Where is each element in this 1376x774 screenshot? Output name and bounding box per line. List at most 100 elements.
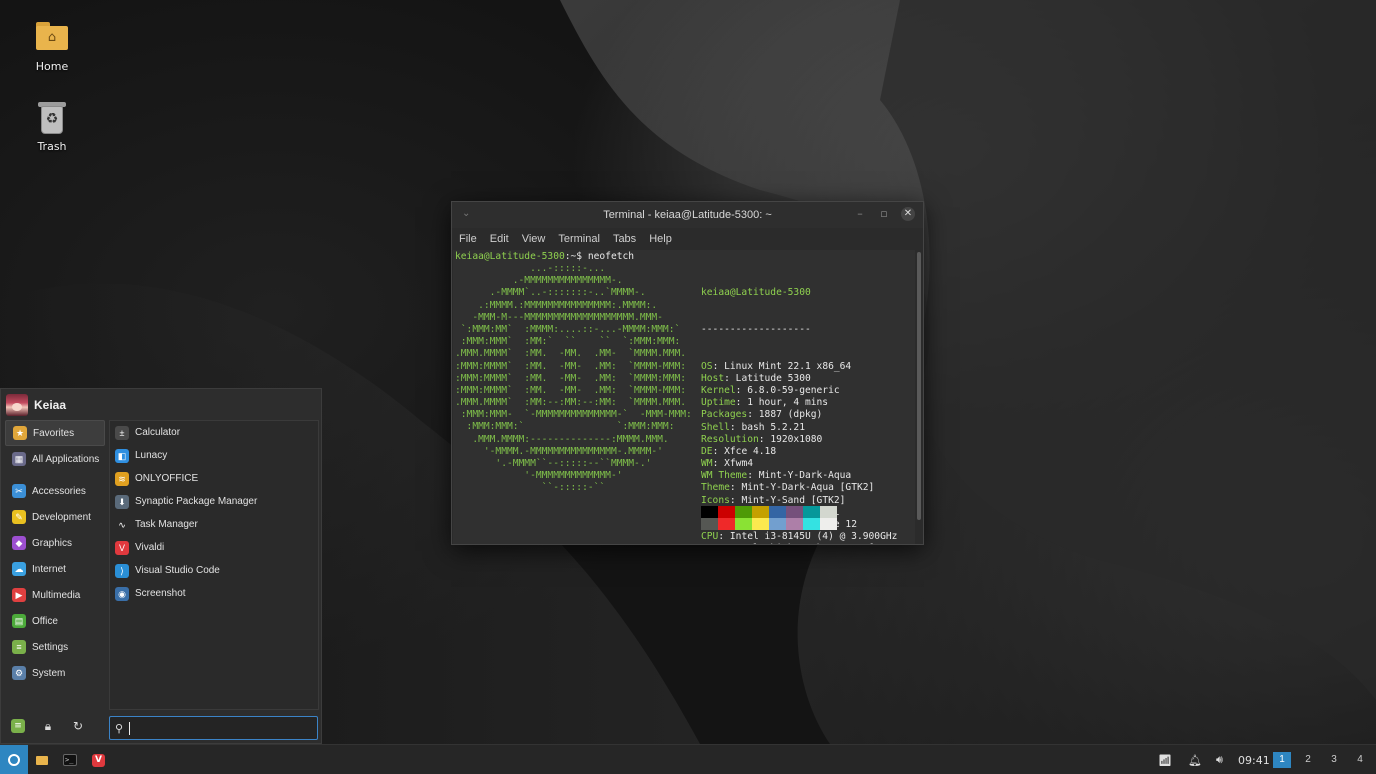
category-system[interactable]: ⚙ System — [5, 660, 105, 686]
username: Keiaa — [34, 398, 67, 412]
palette-swatch — [769, 506, 786, 518]
desktop-icon-label: Home — [35, 60, 69, 73]
category-graphics[interactable]: ◆ Graphics — [5, 530, 105, 556]
info-value: 1920x1080 — [770, 433, 823, 445]
terminal-output[interactable]: keiaa@Latitude-5300:~$ neofetch ...-::::… — [453, 250, 915, 544]
palette-swatch — [786, 506, 803, 518]
app-visual-studio-code[interactable]: ⟩ Visual Studio Code — [110, 559, 318, 582]
settings-manager-icon[interactable]: ≡ — [11, 719, 25, 733]
app-screenshot[interactable]: ◉ Screenshot — [110, 582, 318, 605]
clock[interactable]: 09:41 — [1238, 745, 1270, 774]
palette-swatch — [786, 518, 803, 530]
ascii-line: ``-:::::-`` — [455, 482, 606, 494]
palette-swatch — [752, 518, 769, 530]
network-wifi-icon[interactable]: 📶︎ — [1158, 745, 1172, 774]
info-value: Intel i3-8145U (4) @ 3.900GHz — [729, 531, 898, 543]
info-value: bash 5.2.21 — [741, 421, 805, 433]
category-accessories[interactable]: ✂ Accessories — [5, 478, 105, 504]
info-row: CPU: Intel i3-8145U (4) @ 3.900GHz — [701, 531, 909, 543]
synaptic-icon: ⬇ — [115, 494, 129, 509]
info-colon: : — [747, 409, 759, 421]
workspace-1-button[interactable]: 1 — [1273, 752, 1291, 768]
menu-help[interactable]: Help — [649, 233, 672, 245]
terminal-window[interactable]: ⌄ Terminal - keiaa@Latitude-5300: ~ – ▫ … — [451, 201, 924, 545]
search-input[interactable] — [136, 722, 317, 734]
desktop-icon-home[interactable]: ⌂ Home — [17, 20, 87, 73]
notifications-bell-icon[interactable]: 🔔︎ — [1188, 745, 1202, 774]
palette-swatch — [803, 518, 820, 530]
category-development[interactable]: ✎ Development — [5, 504, 105, 530]
vivaldi-launcher[interactable]: V — [92, 753, 106, 767]
file-manager-launcher[interactable] — [35, 753, 49, 767]
maximize-icon[interactable]: ▫ — [877, 207, 891, 221]
menu-view[interactable]: View — [522, 233, 546, 245]
info-row: OS: Linux Mint 22.1 x86_64 — [701, 361, 909, 373]
app-onlyoffice[interactable]: ≋ ONLYOFFICE — [110, 467, 318, 490]
app-lunacy[interactable]: ◧ Lunacy — [110, 444, 318, 467]
neofetch-ascii-logo: ...-:::::-... .-MMMMMMMMMMMMMMM-. .-MMMM… — [455, 263, 692, 495]
ascii-line: '.-MMMM``--:::::--``MMMM-.' — [455, 458, 652, 469]
category-label: All Applications — [32, 453, 100, 465]
app-label: Screenshot — [135, 588, 186, 599]
category-office[interactable]: ▤ Office — [5, 608, 105, 634]
category-label: Favorites — [33, 427, 75, 439]
menu-terminal[interactable]: Terminal — [558, 233, 600, 245]
category-multimedia[interactable]: ▶ Multimedia — [5, 582, 105, 608]
info-value: Xfce 4.18 — [724, 445, 777, 457]
avatar[interactable] — [6, 394, 28, 416]
info-key: Host — [701, 372, 725, 384]
logout-icon[interactable]: ↻ — [71, 719, 85, 733]
info-value: 1 hour, 4 mins — [747, 397, 829, 409]
ascii-line: '-MMMM.-MMMMMMMMMMMMMMM-.MMMM-' — [455, 445, 663, 457]
application-list: ± Calculator ◧ Lunacy ≋ ONLYOFFICE ⬇ Synaptic P… — [109, 420, 319, 710]
system-gear-icon: ⚙ — [12, 666, 26, 680]
multimedia-play-icon: ▶ — [12, 588, 26, 602]
workspace-4-button[interactable]: 4 — [1351, 752, 1369, 768]
start-menu-button[interactable] — [0, 745, 28, 774]
ascii-line: :MMM:MMM:` `:MMM:MMM: — [455, 421, 675, 433]
lock-screen-icon[interactable]: 🔒︎ — [41, 719, 55, 733]
app-calculator[interactable]: ± Calculator — [110, 421, 318, 444]
close-icon[interactable]: ✕ — [901, 207, 915, 221]
app-task-manager[interactable]: ∿ Task Manager — [110, 513, 318, 536]
minimize-icon[interactable]: – — [853, 207, 867, 221]
app-vivaldi[interactable]: V Vivaldi — [110, 536, 318, 559]
category-settings[interactable]: ≡ Settings — [5, 634, 105, 660]
workspace-3-button[interactable]: 3 — [1325, 752, 1343, 768]
terminal-scrollbar[interactable] — [917, 252, 921, 520]
terminal-launcher[interactable]: >_ — [63, 753, 77, 767]
whisker-menu: Keiaa ★ Favorites ▦ All Applications ✂ Access… — [0, 388, 322, 744]
info-value: Mint-Y-Sand [GTK2] — [741, 494, 846, 506]
info-value: Mint-Y-Dark-Aqua — [758, 470, 852, 482]
category-internet[interactable]: ☁ Internet — [5, 556, 105, 582]
category-favorites[interactable]: ★ Favorites — [5, 420, 105, 446]
menu-edit[interactable]: Edit — [490, 233, 509, 245]
app-synaptic-package-manager[interactable]: ⬇ Synaptic Package Manager — [110, 490, 318, 513]
menu-tabs[interactable]: Tabs — [613, 233, 636, 245]
info-colon: : — [729, 482, 742, 494]
info-key: CPU — [701, 531, 719, 543]
info-colon: : — [712, 360, 725, 372]
menu-file[interactable]: File — [459, 233, 477, 245]
neofetch-info: keiaa@Latitude-5300 ------------------- … — [701, 263, 909, 544]
window-menu-chevron-icon[interactable]: ⌄ — [462, 208, 470, 219]
terminal-titlebar[interactable]: ⌄ Terminal - keiaa@Latitude-5300: ~ – ▫ … — [452, 202, 923, 228]
info-key: Theme — [701, 482, 730, 494]
desktop-icon-trash[interactable]: ♻ Trash — [17, 100, 87, 153]
info-row: Packages: 1887 (dpkg) — [701, 409, 909, 421]
workspace-2-button[interactable]: 2 — [1299, 752, 1317, 768]
calculator-icon: ± — [115, 425, 129, 440]
volume-icon[interactable]: 🔊︎ — [1216, 745, 1223, 774]
desktop-icon-label: Trash — [37, 140, 67, 153]
info-colon: : — [729, 421, 742, 433]
search-field[interactable]: ⚲ — [109, 716, 318, 740]
window-title: Terminal - keiaa@Latitude-5300: ~ — [603, 209, 772, 221]
ascii-line: .MMM.MMMM` :MM:--:MM:--:MM: `MMMM.MMM. — [455, 397, 687, 409]
category-label: Development — [32, 511, 91, 523]
category-all-applications[interactable]: ▦ All Applications — [5, 446, 105, 472]
grid-icon: ▦ — [12, 452, 26, 466]
info-colon: : — [718, 543, 730, 544]
info-row: WM: Xfwm4 — [701, 458, 909, 470]
category-label: Graphics — [32, 537, 73, 549]
info-row: GPU: Intel WhiskeyLake-U GT2 [UHD Gr — [701, 543, 909, 544]
